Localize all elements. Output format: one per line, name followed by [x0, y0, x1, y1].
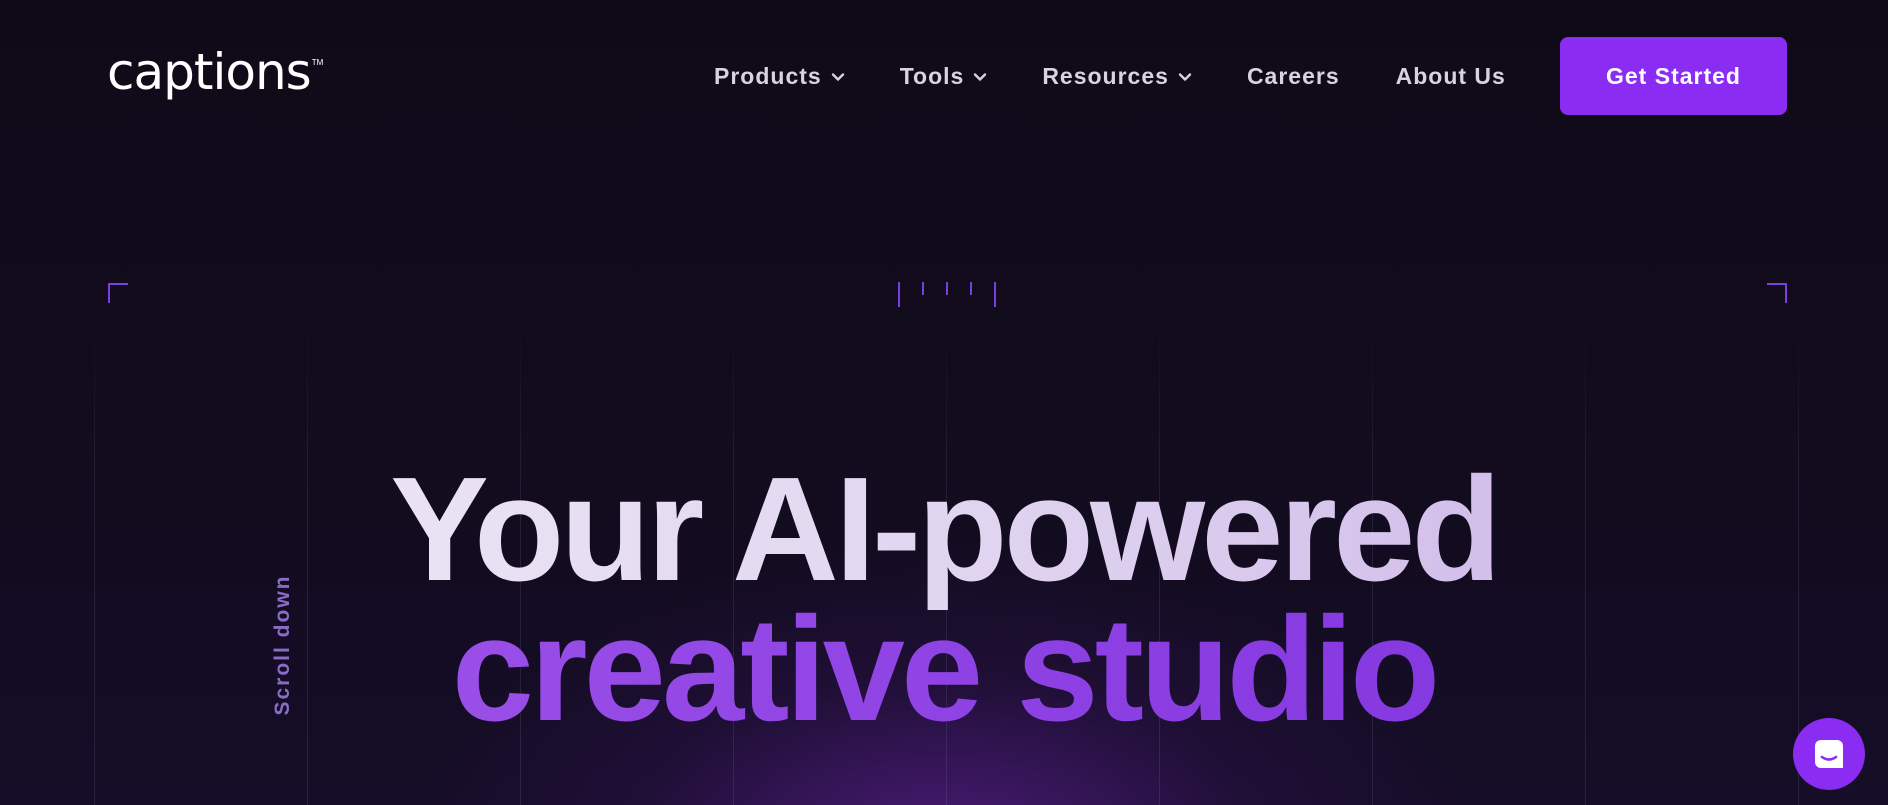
main-nav: Products Tools Resources Careers About U… [714, 37, 1506, 115]
nav-tools-dropdown[interactable]: Tools [900, 63, 989, 90]
get-started-button[interactable]: Get Started [1560, 37, 1787, 115]
chevron-down-icon [1178, 73, 1192, 81]
nav-tools-label: Tools [899, 62, 965, 89]
ruler-ticks-decoration [898, 282, 996, 307]
nav-products-dropdown[interactable]: Products [714, 63, 846, 90]
nav-careers-label: Careers [1246, 62, 1340, 89]
landing-page: captions TM Products Tools Resources Car… [0, 0, 1888, 805]
frame-corner-top-right [1767, 283, 1787, 303]
scroll-down-hint[interactable]: Scroll down [271, 574, 295, 715]
nav-about-link[interactable]: About Us [1396, 63, 1506, 90]
chat-icon [1815, 740, 1843, 768]
logo-trademark: TM [311, 58, 324, 67]
logo-wordmark: captions [107, 43, 312, 101]
nav-about-label: About Us [1395, 62, 1506, 89]
chevron-down-icon [974, 73, 987, 81]
chat-launcher-button[interactable] [1793, 718, 1865, 790]
nav-resources-label: Resources [1042, 62, 1169, 89]
nav-products-label: Products [714, 62, 822, 89]
chevron-down-icon [831, 73, 844, 81]
captions-logo[interactable]: captions TM [107, 44, 323, 100]
nav-resources-dropdown[interactable]: Resources [1042, 63, 1193, 90]
nav-careers-link[interactable]: Careers [1247, 63, 1340, 90]
frame-corner-top-left [108, 283, 128, 303]
